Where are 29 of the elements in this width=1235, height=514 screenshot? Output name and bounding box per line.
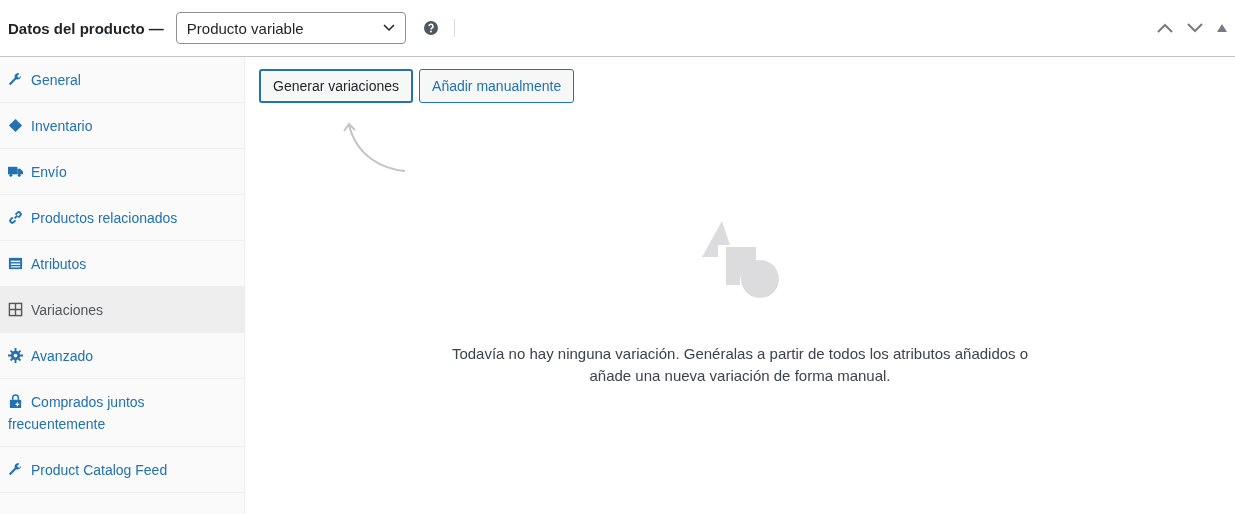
sidebar-tab[interactable]: Variaciones <box>0 287 244 333</box>
sidebar-tab[interactable]: Inventario <box>0 103 244 149</box>
sidebar-tab[interactable]: Avanzado <box>0 333 244 379</box>
curved-arrow-icon <box>343 121 407 173</box>
link-icon <box>8 210 23 225</box>
wrench-icon <box>8 72 23 87</box>
tag-icon <box>8 118 23 133</box>
bag-icon <box>8 394 23 409</box>
help-icon[interactable] <box>423 21 438 35</box>
list-icon <box>8 256 23 271</box>
sidebar-tab[interactable]: Product Catalog Feed <box>0 447 244 493</box>
sidebar-tab[interactable]: Productos relacionados <box>0 195 244 241</box>
collapse-triangle-icon[interactable] <box>1217 24 1227 32</box>
section-title: Datos del producto — <box>8 19 164 37</box>
chevron-down-icon[interactable] <box>1187 23 1203 33</box>
truck-icon <box>8 164 23 179</box>
settings-icon <box>8 348 23 363</box>
action-button[interactable]: Añadir manualmente <box>419 69 575 103</box>
chevron-down-icon <box>382 24 395 32</box>
chevron-up-icon[interactable] <box>1157 23 1173 33</box>
sidebar-tab[interactable]: Comprados juntos frecuentemente <box>0 379 244 447</box>
action-button[interactable]: Generar variaciones <box>259 69 414 103</box>
sidebar-tab[interactable]: General <box>0 57 244 103</box>
shapes-icon <box>700 221 780 299</box>
wrench-icon <box>8 462 23 477</box>
product-type-select[interactable]: Producto variable <box>175 12 406 44</box>
grid-icon <box>8 302 23 317</box>
sidebar-tab[interactable]: Envío <box>0 149 244 195</box>
empty-state-message: Todavía no hay ninguna variación. Genéralas a partir de todos los atributos añadidos o añade una nueva variación de forma manual. <box>450 344 1030 386</box>
